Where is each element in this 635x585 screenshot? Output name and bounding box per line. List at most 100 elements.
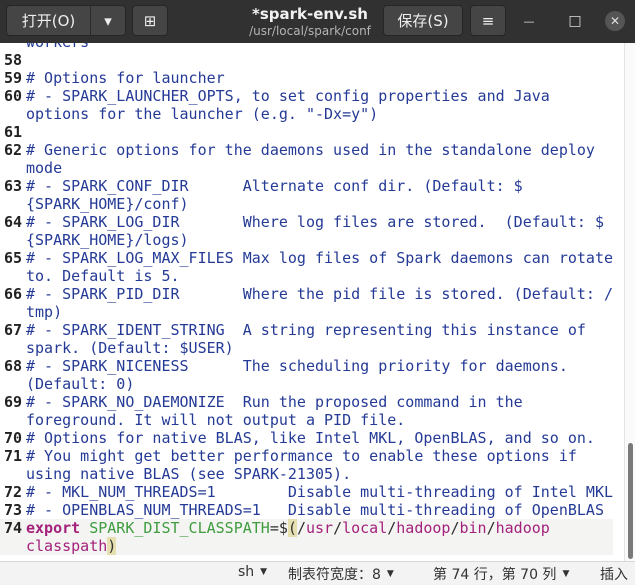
line-text[interactable]: # - SPARK_NICENESS The scheduling priori… bbox=[26, 357, 568, 375]
scrollbar-thumb[interactable] bbox=[628, 443, 633, 559]
editor-line[interactable]: workers bbox=[0, 43, 613, 51]
line-text[interactable]: # - SPARK_LOG_MAX_FILES Max log files of… bbox=[26, 249, 613, 267]
line-text[interactable]: # - SPARK_LAUNCHER_OPTS, to set config p… bbox=[26, 87, 550, 105]
hamburger-menu-button[interactable]: ≡ bbox=[470, 5, 506, 36]
line-number: 59 bbox=[4, 69, 23, 87]
editor-line[interactable]: 70 # Options for native BLAS, like Intel … bbox=[0, 429, 613, 447]
line-text[interactable]: export SPARK_DIST_CLASSPATH=$(/usr/local… bbox=[26, 519, 550, 537]
line-number bbox=[0, 303, 26, 321]
line-text[interactable]: # - SPARK_PID_DIR Where the pid file is … bbox=[26, 285, 613, 303]
line-number: 67 bbox=[4, 321, 23, 339]
line-text[interactable]: # - MKL_NUM_THREADS=1 Disable multi-thre… bbox=[26, 483, 613, 501]
tab-width-selector[interactable]: 制表符宽度：8 ▼ bbox=[288, 564, 394, 584]
editor-line[interactable]: 61 bbox=[0, 123, 613, 141]
editor-line[interactable]: 63 # - SPARK_CONF_DIR Alternate conf dir.… bbox=[0, 177, 613, 195]
line-text[interactable]: # - OPENBLAS_NUM_THREADS=1 Disable multi… bbox=[26, 501, 604, 519]
editor-line[interactable]: spark. (Default: $USER) bbox=[0, 339, 613, 357]
line-number: 65 bbox=[4, 249, 23, 267]
editor-line[interactable]: 60 # - SPARK_LAUNCHER_OPTS, to set config… bbox=[0, 87, 613, 105]
new-tab-button[interactable]: ⊞ bbox=[132, 5, 168, 36]
line-number: 74 bbox=[4, 519, 23, 537]
minimize-button[interactable]: — bbox=[520, 12, 538, 30]
line-number: 72 bbox=[4, 483, 23, 501]
path-sep: / bbox=[333, 519, 343, 537]
line-text[interactable]: # - SPARK_LOG_DIR Where log files are st… bbox=[26, 213, 604, 231]
editor-line[interactable]: options for the launcher (e.g. "-Dx=y") bbox=[0, 105, 613, 123]
vertical-scrollbar[interactable] bbox=[624, 43, 635, 561]
save-button[interactable]: 保存(S) bbox=[383, 5, 463, 36]
menu-icon: ≡ bbox=[481, 11, 495, 30]
line-number: 62 bbox=[4, 141, 23, 159]
line-number: 60 bbox=[4, 87, 23, 105]
cursor-position-selector[interactable]: 第 74 行，第 70 列 ▼ bbox=[433, 564, 569, 584]
line-number bbox=[0, 159, 26, 177]
editor-line[interactable]: 67 # - SPARK_IDENT_STRING A string repres… bbox=[0, 321, 613, 339]
editor-line[interactable]: mode bbox=[0, 159, 613, 177]
editor-line[interactable]: to. Default is 5. bbox=[0, 267, 613, 285]
line-text[interactable]: {SPARK_HOME}/logs) bbox=[26, 231, 189, 249]
editor-line[interactable]: (Default: 0) bbox=[0, 375, 613, 393]
path-part: hadoop bbox=[396, 519, 451, 537]
line-text[interactable]: (Default: 0) bbox=[26, 375, 134, 393]
editor-line[interactable]: 64 # - SPARK_LOG_DIR Where log files are … bbox=[0, 213, 613, 231]
close-button[interactable]: ✕ bbox=[605, 11, 625, 31]
text-editor[interactable]: workers5859# Options for launcher60# - S… bbox=[0, 43, 623, 561]
editor-line[interactable]: 58 bbox=[0, 51, 613, 69]
language-label: sh bbox=[238, 564, 255, 580]
line-text[interactable]: # You might get better performance to en… bbox=[26, 447, 577, 465]
editor-line[interactable]: 71 # You might get better performance to … bbox=[0, 447, 613, 465]
chevron-down-icon: ▼ bbox=[260, 567, 268, 577]
editor-line-current-wrap[interactable]: classpath) bbox=[0, 537, 613, 555]
maximize-button[interactable]: □ bbox=[566, 12, 584, 30]
editor-line[interactable]: {SPARK_HOME}/logs) bbox=[0, 231, 613, 249]
open-label[interactable]: 打开(O) bbox=[7, 6, 91, 35]
path-part: usr bbox=[305, 519, 334, 537]
line-text[interactable]: spark. (Default: $USER) bbox=[26, 339, 234, 357]
line-text[interactable]: using native BLAS (see SPARK-21305). bbox=[26, 465, 351, 483]
minimize-icon: — bbox=[523, 14, 535, 28]
line-text[interactable]: # Options for launcher bbox=[26, 69, 225, 87]
tab-width-label: 制表符宽度：8 bbox=[288, 567, 381, 583]
open-dropdown-arrow-icon[interactable]: ▾ bbox=[91, 6, 125, 35]
line-text[interactable]: mode bbox=[26, 159, 62, 177]
editor-line[interactable]: {SPARK_HOME}/conf) bbox=[0, 195, 613, 213]
line-text[interactable]: tmp) bbox=[26, 303, 62, 321]
editor-line-current[interactable]: 74 export SPARK_DIST_CLASSPATH=$(/usr/lo… bbox=[0, 519, 613, 537]
line-text[interactable]: classpath) bbox=[26, 537, 117, 555]
language-selector[interactable]: sh ▼ bbox=[238, 564, 267, 580]
line-text[interactable]: to. Default is 5. bbox=[26, 267, 180, 285]
chevron-down-icon: ▼ bbox=[386, 569, 394, 579]
path-sep: / bbox=[450, 519, 460, 537]
editor-line[interactable]: 73 # - OPENBLAS_NUM_THREADS=1 Disable mul… bbox=[0, 501, 613, 519]
variable-name: SPARK_DIST_CLASSPATH bbox=[89, 519, 270, 537]
matched-close-paren: ) bbox=[107, 537, 117, 555]
editor-line[interactable]: foreground. It will not output a PID fil… bbox=[0, 411, 613, 429]
insert-mode-indicator[interactable]: 插入 bbox=[600, 564, 628, 584]
line-text[interactable]: foreground. It will not output a PID fil… bbox=[26, 411, 405, 429]
line-text[interactable]: # - SPARK_CONF_DIR Alternate conf dir. (… bbox=[26, 177, 523, 195]
line-number: 64 bbox=[4, 213, 23, 231]
editor-line[interactable]: 59 # Options for launcher bbox=[0, 69, 613, 87]
line-text[interactable]: # Options for native BLAS, like Intel MK… bbox=[26, 429, 595, 447]
line-text[interactable]: # Generic options for the daemons used i… bbox=[26, 141, 595, 159]
line-text[interactable]: # - SPARK_IDENT_STRING A string represen… bbox=[26, 321, 586, 339]
editor-line[interactable]: 66 # - SPARK_PID_DIR Where the pid file i… bbox=[0, 285, 613, 303]
line-text[interactable]: options for the launcher (e.g. "-Dx=y") bbox=[26, 105, 378, 123]
editor-line[interactable]: tmp) bbox=[0, 303, 613, 321]
matched-open-paren: ( bbox=[287, 519, 297, 537]
path-part: hadoop bbox=[495, 519, 550, 537]
path-part: bin bbox=[459, 519, 487, 537]
editor-lines: workers5859# Options for launcher60# - S… bbox=[0, 43, 613, 555]
line-text[interactable]: # - SPARK_NO_DAEMONIZE Run the proposed … bbox=[26, 393, 523, 411]
line-number bbox=[0, 267, 26, 285]
line-text[interactable]: workers bbox=[26, 43, 89, 51]
open-button[interactable]: 打开(O) ▾ bbox=[6, 5, 126, 36]
line-text[interactable]: {SPARK_HOME}/conf) bbox=[26, 195, 189, 213]
editor-line[interactable]: 69 # - SPARK_NO_DAEMONIZE Run the propose… bbox=[0, 393, 613, 411]
editor-line[interactable]: 65 # - SPARK_LOG_MAX_FILES Max log files … bbox=[0, 249, 613, 267]
new-tab-icon: ⊞ bbox=[143, 11, 157, 30]
editor-line[interactable]: 68 # - SPARK_NICENESS The scheduling prio… bbox=[0, 357, 613, 375]
editor-line[interactable]: using native BLAS (see SPARK-21305). bbox=[0, 465, 613, 483]
editor-line[interactable]: 72 # - MKL_NUM_THREADS=1 Disable multi-th… bbox=[0, 483, 613, 501]
editor-line[interactable]: 62 # Generic options for the daemons used… bbox=[0, 141, 613, 159]
